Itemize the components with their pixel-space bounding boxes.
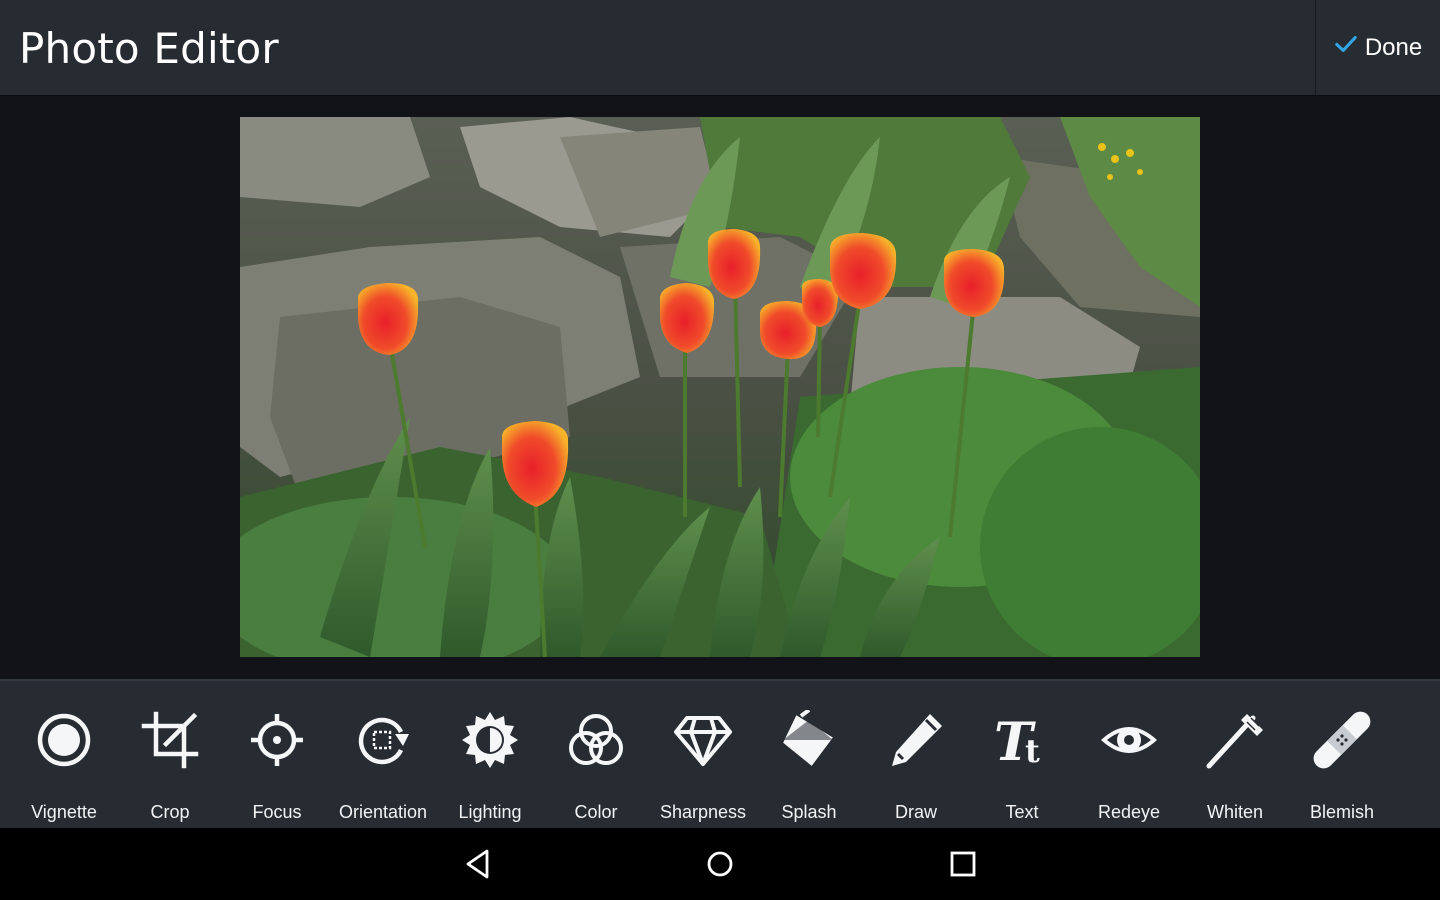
lighting-icon xyxy=(460,710,520,770)
orientation-icon xyxy=(353,710,413,770)
sharpness-icon xyxy=(673,710,733,770)
draw-icon xyxy=(886,710,946,770)
top-app-bar: Photo Editor Done xyxy=(0,0,1440,96)
tool-partial[interactable]: E xyxy=(1395,681,1440,830)
blemish-icon xyxy=(1312,710,1372,770)
recents-icon[interactable] xyxy=(945,846,981,882)
color-icon xyxy=(566,710,626,770)
splash-icon xyxy=(779,710,839,770)
svg-text:t: t xyxy=(1025,732,1040,770)
tulip-photo[interactable] xyxy=(240,117,1200,657)
home-icon[interactable] xyxy=(702,846,738,882)
text-icon: T t xyxy=(992,710,1052,770)
photo-canvas xyxy=(0,96,1440,679)
done-label: Done xyxy=(1364,33,1423,61)
app-title: Photo Editor xyxy=(19,24,279,73)
crop-icon xyxy=(140,710,200,770)
whiten-icon xyxy=(1205,710,1265,770)
redeye-icon xyxy=(1099,710,1159,770)
vignette-icon xyxy=(34,710,94,770)
done-button[interactable]: Done xyxy=(1315,0,1440,95)
partial-tool-icon xyxy=(1418,710,1440,770)
tool-bar: Vignette Crop Focus Orientation Lighting… xyxy=(0,679,1440,830)
focus-icon xyxy=(247,710,307,770)
back-icon[interactable] xyxy=(460,846,496,882)
tool-label: E xyxy=(1375,802,1440,823)
system-nav-bar xyxy=(0,828,1440,900)
checkmark-icon xyxy=(1335,33,1357,62)
